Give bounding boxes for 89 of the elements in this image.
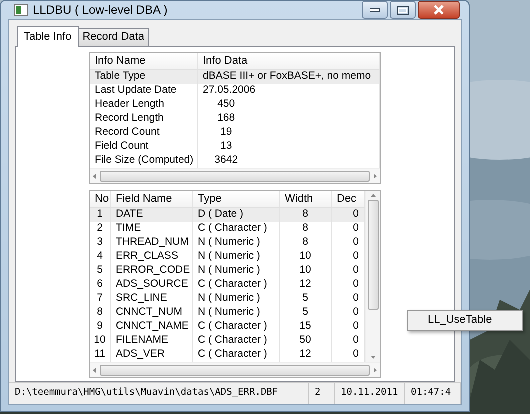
table-cell: 1: [90, 208, 111, 222]
table-cell: 13: [198, 140, 380, 154]
table-cell: 10: [90, 334, 111, 348]
table-cell: 8: [280, 222, 332, 236]
table-cell: 8: [280, 208, 332, 222]
table-cell: FILENAME: [111, 334, 193, 348]
table-cell: N ( Numeric ): [193, 292, 280, 306]
table-cell: 9: [90, 320, 111, 334]
table-cell: ADS_SOURCE: [111, 278, 193, 292]
table-cell: Field Count: [90, 140, 198, 154]
table-cell: dBASE III+ or FoxBASE+, no memo: [198, 70, 380, 84]
table-cell: C ( Character ): [193, 278, 280, 292]
column-header[interactable]: Info Name: [90, 53, 198, 69]
scroll-left-icon[interactable]: [92, 368, 97, 372]
table-cell: 27.05.2006: [198, 84, 380, 98]
column-header[interactable]: Field Name: [111, 191, 193, 207]
scroll-left-icon[interactable]: [92, 174, 97, 178]
app-icon: [14, 4, 28, 16]
status-bar-cell: 2: [309, 383, 335, 404]
table-cell: 8: [90, 306, 111, 320]
table-row[interactable]: Field Count 13: [90, 140, 380, 154]
window-title: LLDBU ( Low-level DBA ): [33, 2, 168, 19]
table-row[interactable]: 1 DATE D ( Date ) 8 0: [90, 208, 365, 222]
table-cell: 168: [198, 112, 380, 126]
table-cell: THREAD_NUM: [111, 236, 193, 250]
table-cell: D ( Date ): [193, 208, 280, 222]
column-header[interactable]: Width: [280, 191, 332, 207]
table-row[interactable]: Last Update Date 27.05.2006: [90, 84, 380, 98]
table-cell: C ( Character ): [193, 334, 280, 348]
table-cell: N ( Numeric ): [193, 250, 280, 264]
table-row[interactable]: Header Length 450: [90, 98, 380, 112]
table-cell: 7: [90, 292, 111, 306]
table-cell: Header Length: [90, 98, 198, 112]
table-cell: 10: [280, 250, 332, 264]
tab[interactable]: Record Data: [78, 28, 150, 46]
table-cell: 6: [90, 278, 111, 292]
status-bar-cell: 01:47:4: [405, 383, 461, 404]
table-cell: Record Length: [90, 112, 198, 126]
table-cell: ERR_CLASS: [111, 250, 193, 264]
column-header[interactable]: No: [90, 191, 111, 207]
table-row[interactable]: Record Length 168: [90, 112, 380, 126]
table-cell: 450: [198, 98, 380, 112]
minimize-button[interactable]: [362, 1, 388, 19]
scroll-right-icon[interactable]: [373, 368, 378, 372]
tab[interactable]: Table Info: [17, 26, 79, 47]
table-cell: CNNCT_NAME: [111, 320, 193, 334]
vertical-scrollbar[interactable]: [365, 191, 380, 362]
minimize-icon: [370, 8, 380, 12]
table-cell: 15: [280, 320, 332, 334]
table-cell: Record Count: [90, 126, 198, 140]
column-header[interactable]: Info Data: [198, 53, 380, 69]
table-row[interactable]: Table Type dBASE III+ or FoxBASE+, no memo: [90, 70, 380, 84]
table-row[interactable]: Record Count 19: [90, 126, 380, 140]
menu-item[interactable]: LL_UseTable: [428, 312, 492, 329]
table-cell: 5: [90, 264, 111, 278]
status-bar-cell: 10.11.2011: [335, 383, 405, 404]
table-cell: C ( Character ): [193, 320, 280, 334]
table-cell: Last Update Date: [90, 84, 198, 98]
table-cell: 8: [280, 236, 332, 250]
maximize-button[interactable]: [390, 1, 416, 19]
table-cell: DATE: [111, 208, 193, 222]
table-cell: N ( Numeric ): [193, 264, 280, 278]
table-cell: 5: [280, 306, 332, 320]
table-cell: N ( Numeric ): [193, 306, 280, 320]
table-cell: 2: [90, 222, 111, 236]
table-cell: CNNCT_NUM: [111, 306, 193, 320]
horizontal-scrollbar[interactable]: [90, 168, 380, 183]
table-cell: TIME: [111, 222, 193, 236]
maximize-icon: [397, 6, 409, 14]
table-cell: 12: [280, 278, 332, 292]
scroll-down-icon[interactable]: [370, 355, 376, 360]
table-cell: ERROR_CODE: [111, 264, 193, 278]
table-cell: N ( Numeric ): [193, 236, 280, 250]
table-cell: 4: [90, 250, 111, 264]
table-cell: SRC_LINE: [111, 292, 193, 306]
table-cell: C ( Character ): [193, 222, 280, 236]
table-cell: 50: [280, 334, 332, 348]
scroll-right-icon[interactable]: [373, 174, 378, 178]
close-icon: [433, 5, 445, 15]
table-cell: 5: [280, 292, 332, 306]
column-header[interactable]: Type: [193, 191, 280, 207]
status-bar-cell: D:\teemmura\HMG\utils\Muavin\datas\ADS_ERR.DBF: [9, 383, 309, 404]
close-button[interactable]: [418, 1, 460, 19]
table-cell: 10: [280, 264, 332, 278]
scroll-up-icon[interactable]: [370, 193, 376, 198]
table-cell: 19: [198, 126, 380, 140]
table-cell: Table Type: [90, 70, 198, 84]
table-cell: 3: [90, 236, 111, 250]
horizontal-scrollbar[interactable]: [90, 362, 380, 377]
